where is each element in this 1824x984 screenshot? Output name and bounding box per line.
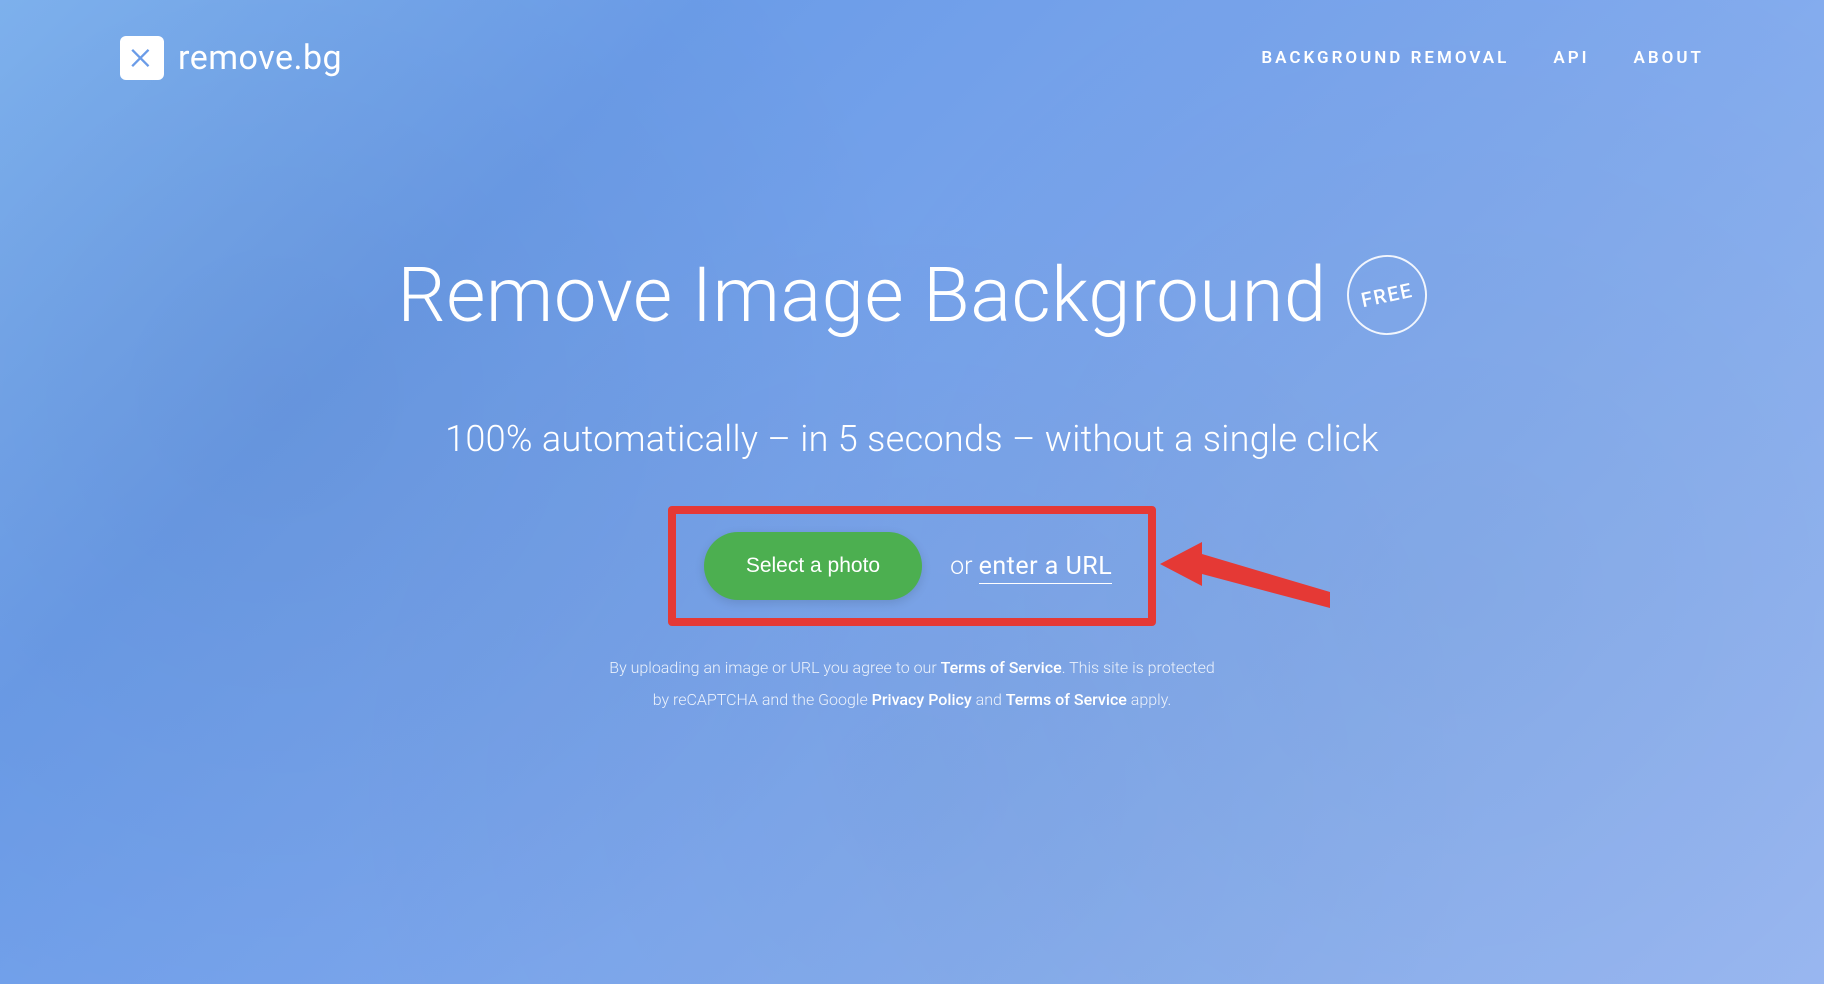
enter-url-link[interactable]: enter a URL: [979, 552, 1113, 584]
legal-part: and: [972, 690, 1006, 709]
title-row: Remove Image Background FREE: [0, 250, 1824, 340]
annotation-arrow-icon: [1160, 524, 1340, 638]
legal-part: . This site is protected: [1062, 658, 1215, 677]
url-entry: or enter a URL: [950, 552, 1112, 581]
privacy-link[interactable]: Privacy Policy: [872, 690, 972, 709]
free-badge: FREE: [1339, 248, 1434, 343]
page-title: Remove Image Background: [397, 250, 1326, 340]
tos-link[interactable]: Terms of Service: [941, 658, 1062, 677]
nav-background-removal[interactable]: BACKGROUND REMOVAL: [1261, 48, 1509, 68]
legal-part: By uploading an image or URL you agree t…: [609, 658, 940, 677]
cta-highlight-box: Select a photo or enter a URL: [668, 506, 1156, 626]
cta-wrap: Select a photo or enter a URL: [0, 506, 1824, 626]
legal-part: apply.: [1127, 690, 1171, 709]
subtitle: 100% automatically – in 5 seconds – with…: [0, 418, 1824, 460]
logo-mark-icon: [120, 36, 164, 80]
legal-text: By uploading an image or URL you agree t…: [0, 652, 1824, 716]
or-text: or: [950, 552, 979, 581]
nav-api[interactable]: API: [1553, 48, 1589, 68]
logo-text: remove.bg: [178, 38, 342, 78]
select-photo-button[interactable]: Select a photo: [704, 532, 922, 600]
nav: BACKGROUND REMOVAL API ABOUT: [1261, 48, 1704, 68]
legal-part: by reCAPTCHA and the Google: [653, 690, 872, 709]
main: Remove Image Background FREE 100% automa…: [0, 80, 1824, 716]
nav-about[interactable]: ABOUT: [1634, 48, 1704, 68]
header: remove.bg BACKGROUND REMOVAL API ABOUT: [0, 0, 1824, 80]
logo[interactable]: remove.bg: [120, 36, 342, 80]
tos-link-2[interactable]: Terms of Service: [1006, 690, 1127, 709]
